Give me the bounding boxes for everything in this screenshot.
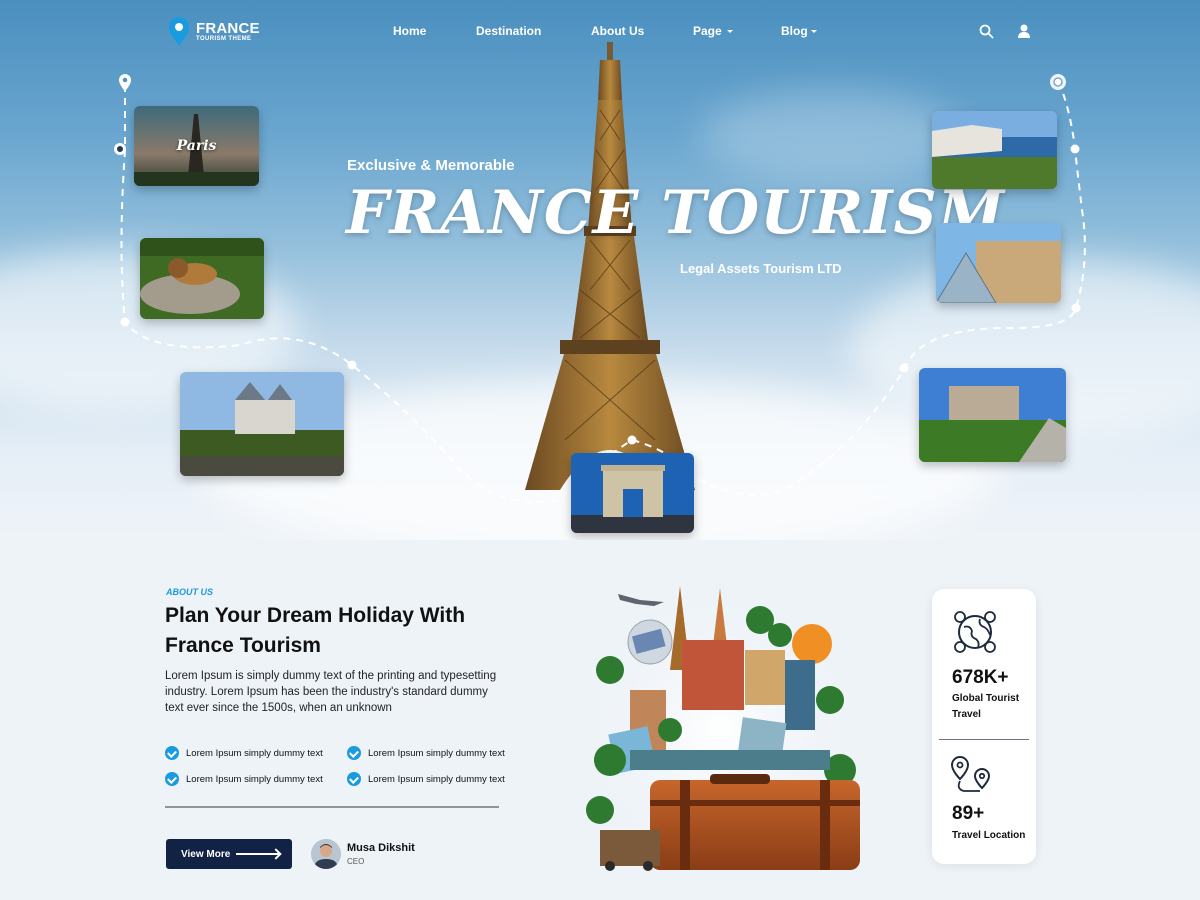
- louvre-photo-image: [936, 223, 1061, 303]
- stat-value-tourists: 678K+: [952, 667, 1009, 688]
- check-circle-icon: [165, 772, 179, 786]
- coast-photo-image: [932, 111, 1057, 189]
- arc-photo-image: [571, 453, 694, 533]
- person-avatar-image: [311, 839, 341, 869]
- photo-chateau-garden[interactable]: [919, 368, 1066, 462]
- photo-arc-de-triomphe[interactable]: [571, 453, 694, 533]
- photo-louvre[interactable]: [936, 223, 1061, 303]
- arrow-right-icon: [236, 853, 280, 855]
- check-list-text: Lorem Ipsum simply dummy text: [186, 773, 323, 785]
- view-more-label: View More: [181, 848, 231, 860]
- nav-item-page-label: Page: [693, 24, 722, 38]
- check-list-text: Lorem Ipsum simply dummy text: [368, 747, 505, 759]
- stat-value-locations: 89+: [952, 803, 985, 824]
- person-name: Musa Dikshit: [347, 842, 415, 854]
- check-circle-icon: [165, 746, 179, 760]
- check-circle-icon: [347, 746, 361, 760]
- stat-label-tourists: Global Tourist Travel: [952, 693, 1020, 720]
- divider: [939, 739, 1029, 740]
- about-title: Plan Your Dream Holiday With France Tour…: [165, 604, 466, 657]
- section-tag: ABOUT US: [166, 587, 213, 597]
- chevron-down-icon: [810, 30, 817, 33]
- check-circle-icon: [347, 772, 361, 786]
- avatar: [311, 839, 341, 869]
- view-more-button[interactable]: View More: [166, 839, 292, 869]
- photo-coast[interactable]: [932, 111, 1057, 189]
- user-icon[interactable]: [1017, 24, 1031, 39]
- lion-photo-image: [140, 238, 264, 319]
- nav-item-destination[interactable]: Destination: [476, 24, 541, 38]
- divider: [165, 806, 499, 808]
- photo-paris[interactable]: Paris: [134, 106, 259, 186]
- nav-item-about-us[interactable]: About Us: [591, 24, 644, 38]
- search-icon[interactable]: [979, 24, 994, 39]
- check-list-item: Lorem Ipsum simply dummy text: [347, 772, 505, 786]
- chevron-down-icon: [726, 30, 733, 33]
- photo-castle[interactable]: [180, 372, 344, 476]
- about-description: Lorem Ipsum is simply dummy text of the …: [165, 670, 497, 714]
- top-navigation: FRANCE TOURISM THEME Home Destination Ab…: [0, 0, 1200, 64]
- travel-collage-illustration: [570, 580, 870, 880]
- nav-item-blog-label: Blog: [781, 24, 808, 38]
- hero-banner: Exclusive & Memorable FRANCE TOURISM Leg…: [0, 0, 1200, 540]
- check-list-text: Lorem Ipsum simply dummy text: [368, 773, 505, 785]
- person-role: CEO: [347, 857, 365, 866]
- nav-item-page[interactable]: Page: [693, 24, 735, 38]
- stat-label-locations: Travel Location: [952, 830, 1026, 841]
- global-tourists-icon: [954, 611, 996, 653]
- stats-card: 678K+ Global Tourist Travel 89+ Travel L…: [932, 589, 1036, 864]
- nav-item-blog[interactable]: Blog: [781, 24, 819, 38]
- check-list-item: Lorem Ipsum simply dummy text: [347, 746, 505, 760]
- check-list-item: Lorem Ipsum simply dummy text: [165, 772, 323, 786]
- check-list-item: Lorem Ipsum simply dummy text: [165, 746, 323, 760]
- nav-item-home[interactable]: Home: [393, 24, 426, 38]
- photo-lion[interactable]: [140, 238, 264, 319]
- castle-photo-image: [180, 372, 344, 476]
- chateau-photo-image: [919, 368, 1066, 462]
- travel-location-icon: [950, 755, 991, 792]
- check-list-text: Lorem Ipsum simply dummy text: [186, 747, 323, 759]
- photo-label-paris: Paris: [176, 138, 217, 154]
